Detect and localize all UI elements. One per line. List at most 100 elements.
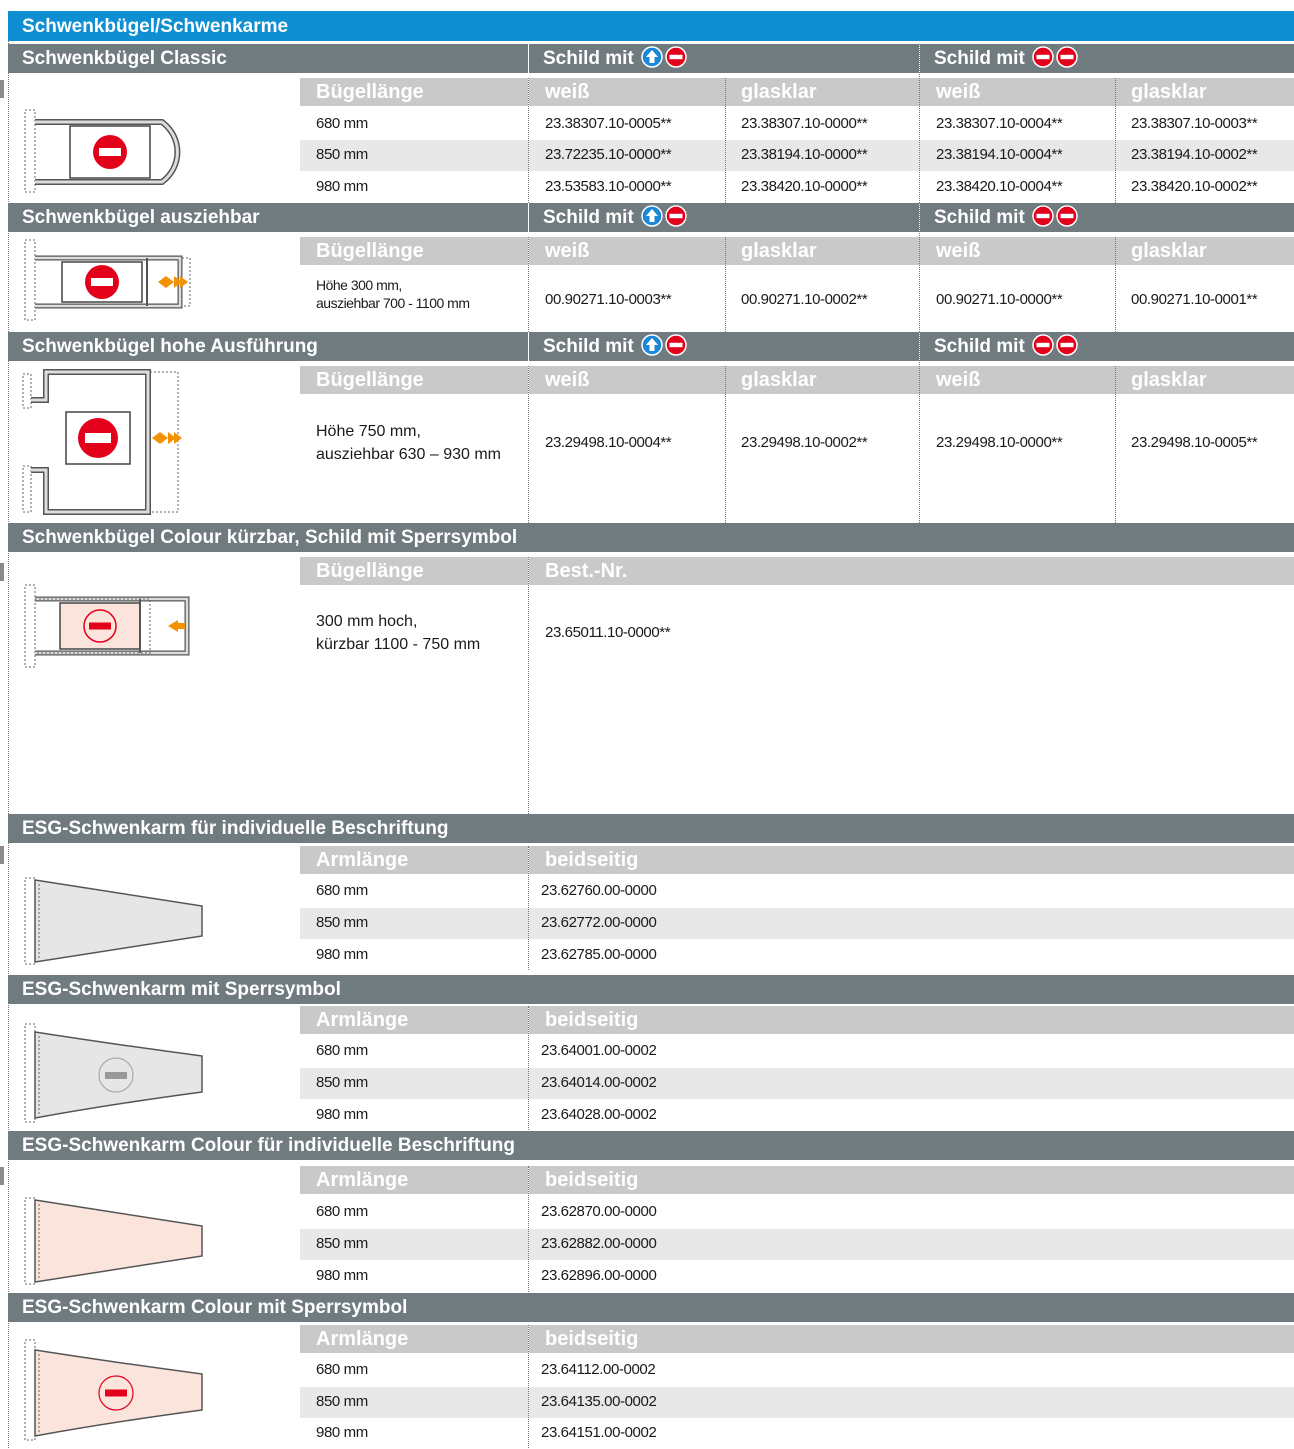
table-cell: 23.65011.10-0000** [545, 624, 671, 641]
schild-header-arrow-no-entry: Schild mit [529, 44, 919, 73]
col-header-length: Bügellänge [300, 78, 528, 106]
product-image-hohe [20, 366, 200, 518]
section-title-esg-sperr: ESG-Schwenkarm mit Sperrsymbol [8, 975, 1294, 1004]
red-no-entry-icon [1056, 46, 1078, 68]
left-border [8, 41, 9, 1448]
col-header-arm-length: Armlänge [300, 1006, 528, 1034]
table-cell: 23.38194.10-0000** [741, 146, 868, 163]
page-tab-marker [0, 80, 4, 98]
col-divider [528, 557, 529, 814]
blue-arrow-up-icon [641, 46, 663, 68]
table-cell: 850 mm [316, 914, 368, 931]
table-cell: 23.29498.10-0000** [936, 434, 1063, 451]
table-cell: 680 mm [316, 1361, 368, 1378]
red-no-entry-icon [1032, 46, 1054, 68]
table-cell: 23.38194.10-0002** [1131, 146, 1258, 163]
section-title-hohe: Schwenkbügel hohe Ausführung [8, 332, 528, 361]
section-title-esg-individuell: ESG-Schwenkarm für individuelle Beschrif… [8, 814, 1294, 843]
page-tab-marker [0, 1167, 4, 1185]
page-tab-marker [0, 563, 4, 581]
table-cell: 680 mm [316, 882, 368, 899]
table-cell: 980 mm [316, 1267, 368, 1284]
col-divider [919, 332, 920, 523]
table-cell: 980 mm [316, 946, 368, 963]
table-cell: 850 mm [316, 1235, 368, 1252]
length-description: Höhe 750 mm, ausziehbar 630 – 930 mm [300, 420, 528, 466]
col-header-white: weiß [529, 366, 725, 394]
col-divider [725, 237, 726, 332]
col-header-both-sides: beidseitig [529, 1006, 1294, 1034]
product-image-classic [22, 108, 207, 198]
col-divider [528, 366, 529, 523]
col-header-arm-length: Armlänge [300, 1166, 528, 1194]
col-header-clear: glasklar [725, 366, 920, 394]
col-divider [919, 44, 920, 203]
table-cell: 23.38307.10-0005** [545, 115, 672, 132]
col-header-arm-length: Armlänge [300, 846, 528, 874]
col-header-length: Bügellänge [300, 366, 528, 394]
col-divider [528, 1325, 529, 1448]
table-cell: 23.38420.10-0004** [936, 178, 1063, 195]
section-title-colour: Schwenkbügel Colour kürzbar, Schild mit … [8, 523, 1294, 552]
table-cell: 680 mm [316, 1042, 368, 1059]
product-image-colour [22, 583, 202, 671]
section-title-esg-colour-individuell: ESG-Schwenkarm Colour für individuelle B… [8, 1131, 1294, 1160]
col-divider [528, 237, 529, 332]
col-header-arm-length: Armlänge [300, 1325, 528, 1353]
table-cell: 980 mm [316, 178, 368, 195]
col-header-both-sides: beidseitig [529, 1325, 1294, 1353]
table-cell: 980 mm [316, 1106, 368, 1123]
product-image-ausziehbar [22, 238, 207, 326]
col-divider [528, 78, 529, 203]
col-divider [725, 366, 726, 523]
col-divider [1115, 366, 1116, 523]
blue-arrow-up-icon [641, 205, 663, 227]
product-image-esg-sperr [22, 1022, 207, 1126]
col-header-clear: glasklar [725, 237, 920, 265]
red-no-entry-icon [1032, 334, 1054, 356]
product-image-esg-colour-individuell [22, 1196, 207, 1288]
red-no-entry-icon [1056, 334, 1078, 356]
table-cell: 23.62870.00-0000 [541, 1203, 657, 1220]
product-image-esg-colour-sperr [22, 1338, 207, 1444]
length-description: 300 mm hoch, kürzbar 1100 - 750 mm [300, 610, 528, 656]
length-line: 300 mm hoch, [316, 613, 418, 630]
table-cell: 23.62760.00-0000 [541, 882, 657, 899]
schild-header-arrow-no-entry: Schild mit [529, 332, 919, 361]
length-line: ausziehbar 630 – 930 mm [316, 446, 501, 463]
page-title: Schwenkbügel/Schwenkarme [8, 11, 1294, 41]
col-divider [725, 78, 726, 203]
table-cell: 23.29498.10-0004** [545, 434, 672, 451]
table-cell: 23.62896.00-0000 [541, 1267, 657, 1284]
length-description: Höhe 300 mm, ausziehbar 700 - 1100 mm [300, 276, 528, 312]
section-title-classic: Schwenkbügel Classic [8, 44, 528, 73]
col-divider [528, 1006, 529, 1130]
table-cell: 23.64135.00-0002 [541, 1393, 657, 1410]
table-cell: 850 mm [316, 1074, 368, 1091]
col-header-length: Bügellänge [300, 237, 528, 265]
col-header-clear: glasklar [1115, 366, 1294, 394]
red-no-entry-icon [665, 205, 687, 227]
table-cell: 23.62785.00-0000 [541, 946, 657, 963]
col-divider [1115, 78, 1116, 203]
section-title-esg-colour-sperr: ESG-Schwenkarm Colour mit Sperrsymbol [8, 1293, 1294, 1322]
table-cell: 23.64112.00-0002 [541, 1361, 656, 1378]
table-cell: 23.38420.10-0002** [1131, 178, 1258, 195]
schild-header-no-entry-no-entry: Schild mit [920, 44, 1294, 73]
table-cell: 00.90271.10-0003** [545, 291, 672, 308]
col-header-white: weiß [920, 366, 1115, 394]
col-header-both-sides: beidseitig [529, 846, 1294, 874]
table-cell: 23.38307.10-0000** [741, 115, 868, 132]
col-divider [528, 846, 529, 970]
table-cell: 00.90271.10-0001** [1131, 291, 1258, 308]
table-cell: 23.38307.10-0003** [1131, 115, 1258, 132]
col-header-length: Bügellänge [300, 557, 528, 585]
table-cell: 23.64014.00-0002 [541, 1074, 657, 1091]
length-line: ausziehbar 700 - 1100 mm [316, 295, 470, 311]
length-line: Höhe 750 mm, [316, 423, 421, 440]
table-cell: 23.38420.10-0000** [741, 178, 868, 195]
col-header-white: weiß [920, 78, 1115, 106]
table-cell: 23.64001.00-0002 [541, 1042, 657, 1059]
length-line: kürzbar 1100 - 750 mm [316, 636, 481, 653]
table-cell: 680 mm [316, 1203, 368, 1220]
